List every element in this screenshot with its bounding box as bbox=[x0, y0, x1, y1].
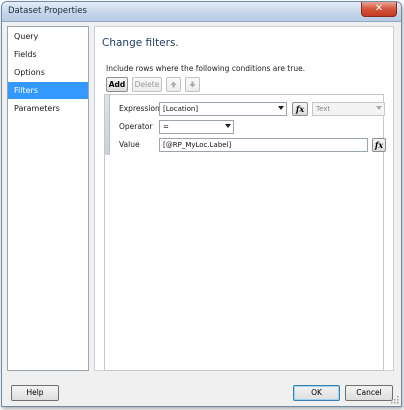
window-title: Dataset Properties bbox=[8, 6, 87, 16]
title-bar[interactable]: Dataset Properties ✕ bbox=[2, 2, 401, 22]
sidebar-nav: Query Fields Options Filters Parameters bbox=[7, 26, 89, 371]
sidebar-item-query[interactable]: Query bbox=[8, 28, 88, 45]
sidebar-item-filters[interactable]: Filters bbox=[8, 82, 88, 99]
operator-label: Operator bbox=[119, 122, 153, 131]
sidebar-item-parameters[interactable]: Parameters bbox=[8, 100, 88, 117]
move-down-button[interactable] bbox=[185, 77, 200, 92]
close-button[interactable]: ✕ bbox=[361, 2, 397, 17]
expression-label: Expression bbox=[119, 104, 160, 113]
filter-list: Expression [Location] fx Text Operator =… bbox=[104, 94, 386, 371]
filter-row-selector[interactable] bbox=[105, 95, 110, 155]
operator-dropdown[interactable]: = bbox=[159, 120, 234, 134]
move-up-button[interactable] bbox=[166, 77, 181, 92]
page-title: Change filters. bbox=[102, 37, 179, 49]
data-type-dropdown[interactable]: Text bbox=[312, 102, 385, 116]
chevron-down-icon bbox=[225, 124, 231, 128]
value-text: [@RP_MyLoc.Label] bbox=[163, 141, 232, 149]
expression-dropdown[interactable]: [Location] bbox=[159, 102, 287, 116]
add-button[interactable]: Add bbox=[106, 77, 128, 92]
dialog-body: Query Fields Options Filters Parameters … bbox=[2, 22, 401, 406]
dataset-properties-dialog: Dataset Properties ✕ Query Fields Option… bbox=[1, 1, 402, 407]
chevron-down-icon bbox=[376, 106, 382, 110]
value-fx-button[interactable]: fx bbox=[372, 138, 386, 152]
chevron-down-icon bbox=[278, 106, 284, 110]
sidebar-item-options[interactable]: Options bbox=[8, 64, 88, 81]
help-button[interactable]: Help bbox=[11, 385, 59, 401]
delete-button[interactable]: Delete bbox=[132, 77, 162, 92]
expression-value: [Location] bbox=[163, 105, 199, 113]
sidebar-item-fields[interactable]: Fields bbox=[8, 46, 88, 63]
resize-grip-icon[interactable] bbox=[391, 396, 399, 404]
value-input[interactable]: [@RP_MyLoc.Label] bbox=[159, 138, 368, 152]
arrow-up-icon bbox=[170, 81, 177, 88]
expression-fx-button[interactable]: fx bbox=[292, 102, 308, 116]
filters-description: Include rows where the following conditi… bbox=[106, 64, 306, 73]
value-label: Value bbox=[119, 140, 140, 149]
ok-button[interactable]: OK bbox=[293, 385, 340, 401]
operator-value: = bbox=[163, 123, 169, 131]
data-type-value: Text bbox=[316, 105, 331, 113]
arrow-down-icon bbox=[189, 81, 196, 88]
cancel-button[interactable]: Cancel bbox=[345, 385, 393, 401]
